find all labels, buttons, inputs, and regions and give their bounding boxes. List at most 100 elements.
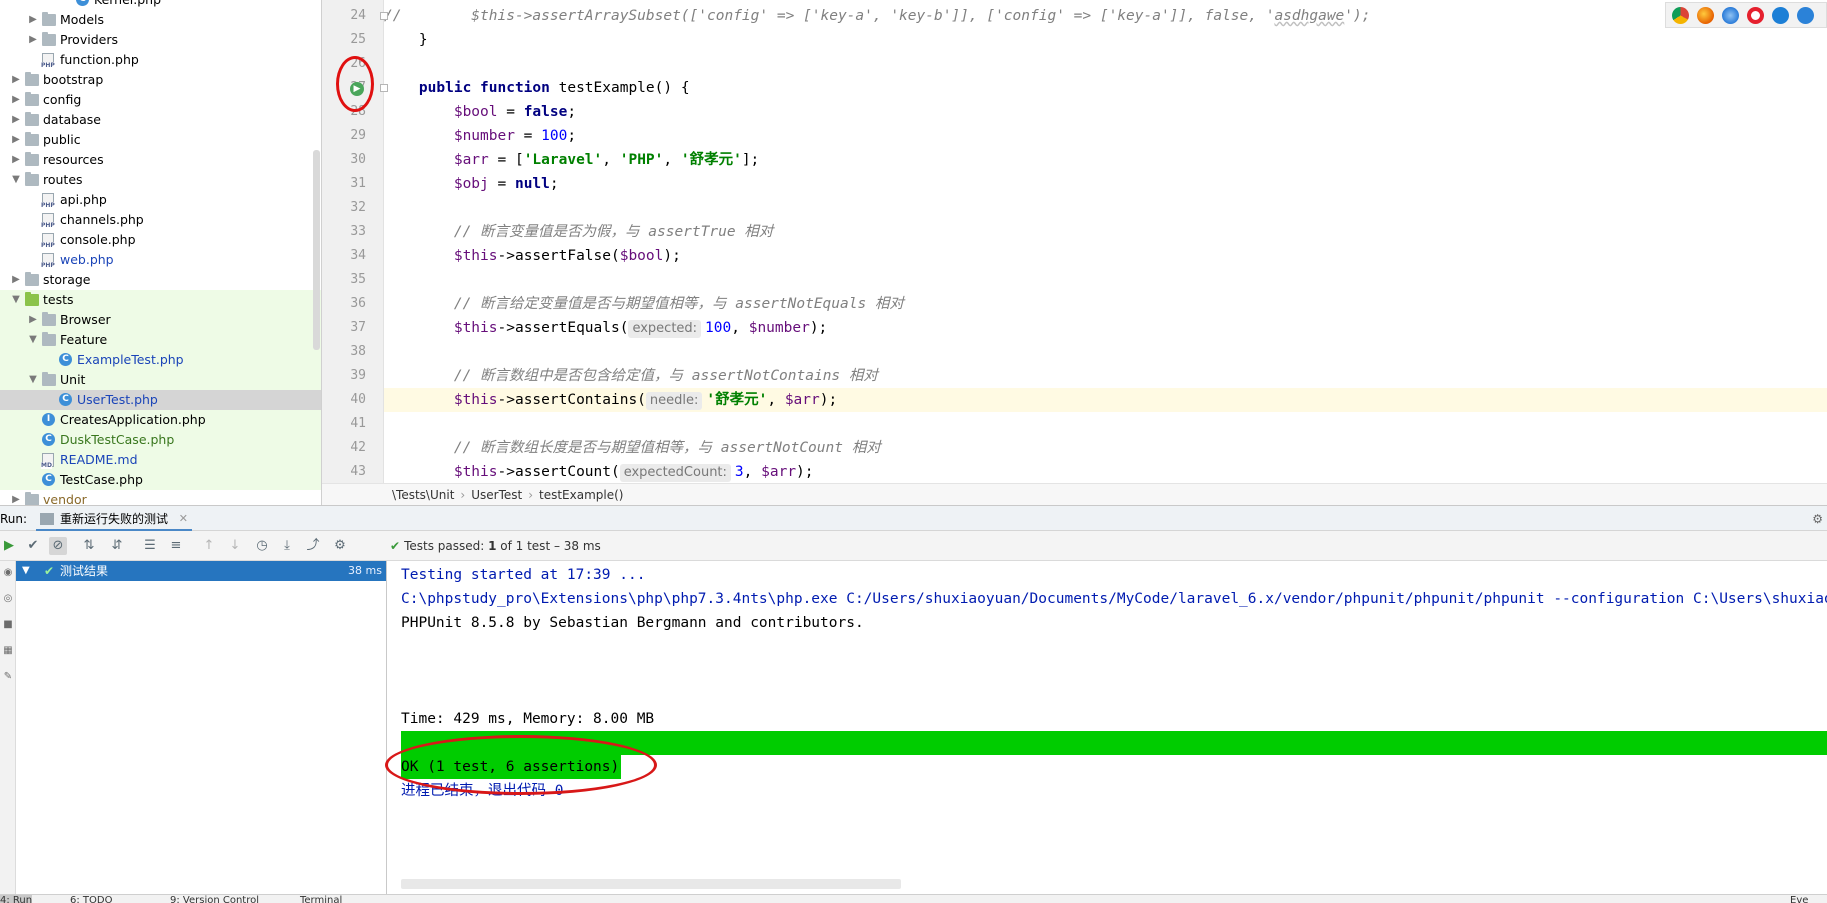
pin-icon[interactable]: ◉	[2, 567, 14, 579]
export-icon[interactable]: ⤴	[304, 537, 322, 555]
code-line[interactable]: $this->assertFalse($bool);	[384, 244, 1827, 268]
code-line[interactable]: $number = 100;	[384, 124, 1827, 148]
test-result-root[interactable]: ▼ ✔ 测试结果 38 ms	[16, 561, 386, 581]
run-tab-rerun-failed[interactable]: 重新运行失败的测试 ✕	[36, 508, 193, 532]
chevron-down-icon[interactable]: ▼	[10, 170, 22, 190]
code-line[interactable]: $obj = null;	[384, 172, 1827, 196]
tree-item[interactable]: console.php	[0, 230, 321, 250]
tree-item[interactable]: api.php	[0, 190, 321, 210]
camera-icon[interactable]: ◎	[2, 593, 14, 605]
code-line[interactable]: // 断言给定变量值是否与期望值相等，与 assertNotEquals 相对	[384, 292, 1827, 316]
previous-failed-icon[interactable]: ↑	[200, 537, 218, 555]
console-horizontal-scrollbar[interactable]	[401, 879, 901, 889]
tree-item[interactable]: ▶ storage	[0, 270, 321, 290]
collapse-all-icon[interactable]: ≡	[167, 537, 185, 555]
tree-item[interactable]: C TestCase.php	[0, 470, 321, 490]
chevron-right-icon[interactable]: ▶	[27, 10, 39, 30]
tree-item[interactable]: ▼ Feature	[0, 330, 321, 350]
breadcrumb-namespace[interactable]: \Tests\Unit	[392, 488, 454, 502]
tree-item[interactable]: channels.php	[0, 210, 321, 230]
code-line[interactable]	[384, 412, 1827, 436]
code-line[interactable]	[384, 268, 1827, 292]
code-line[interactable]	[384, 196, 1827, 220]
tree-item[interactable]: I CreatesApplication.php	[0, 410, 321, 430]
code-line[interactable]: $this->assertCount(expectedCount: 3, $arr…	[384, 460, 1827, 483]
tree-item[interactable]: README.md	[0, 450, 321, 470]
tree-item[interactable]: C ExampleTest.php	[0, 350, 321, 370]
chevron-right-icon[interactable]: ▶	[10, 130, 22, 150]
tree-item[interactable]: ▶ Browser	[0, 310, 321, 330]
chevron-right-icon[interactable]: ▶	[27, 30, 39, 50]
stop-icon[interactable]: ■	[2, 619, 14, 631]
chevron-right-icon[interactable]: ▶	[10, 90, 22, 110]
tree-item[interactable]: ▼ routes	[0, 170, 321, 190]
tree-item[interactable]: ▼ tests	[0, 290, 321, 310]
code-line[interactable]: // 断言数组长度是否与期望值相等，与 assertNotCount 相对	[384, 436, 1827, 460]
sort-alpha-icon[interactable]: ⇅	[80, 537, 98, 555]
pin-tab-icon[interactable]: ✎	[2, 671, 14, 683]
chevron-down-icon[interactable]: ▼	[27, 370, 39, 390]
code-line[interactable]: // 断言数组中是否包含给定值，与 assertNotContains 相对	[384, 364, 1827, 388]
tree-item[interactable]: ▶ bootstrap	[0, 70, 321, 90]
tree-item[interactable]: ▶ database	[0, 110, 321, 130]
layout-icon[interactable]: ▦	[2, 645, 14, 657]
console-output[interactable]: OK (1 test, 6 assertions) 进程已结束，退出代码 0 T…	[388, 561, 1827, 894]
code-editor[interactable]: // $this->assertArraySubset(['config' =>…	[384, 0, 1827, 483]
chevron-right-icon[interactable]: ▶	[10, 150, 22, 170]
tree-item[interactable]: ▶ Models	[0, 10, 321, 30]
chevron-right-icon[interactable]: ▶	[27, 310, 39, 330]
chevron-down-icon[interactable]: ▼	[22, 561, 30, 581]
tree-item[interactable]: ▶ public	[0, 130, 321, 150]
close-icon[interactable]: ✕	[179, 508, 188, 530]
project-tree-scrollbar[interactable]	[313, 150, 320, 350]
edge-icon[interactable]	[1797, 6, 1814, 24]
code-line[interactable]	[384, 340, 1827, 364]
code-line[interactable]: $bool = false;	[384, 100, 1827, 124]
code-line[interactable]: $this->assertEquals(expected: 100, $numbe…	[384, 316, 1827, 340]
event-log-tab[interactable]: Eve	[1790, 895, 1808, 903]
tree-item[interactable]: ▶ vendor	[0, 490, 321, 505]
show-ignored-icon[interactable]: ⊘	[49, 537, 67, 555]
opera-icon[interactable]	[1747, 6, 1764, 24]
next-failed-icon[interactable]: ↓	[226, 537, 244, 555]
code-line[interactable]	[384, 52, 1827, 76]
code-line[interactable]: // $this->assertArraySubset(['config' =>…	[384, 4, 1827, 28]
chevron-right-icon[interactable]: ▶	[10, 490, 22, 505]
expand-all-icon[interactable]: ☰	[141, 537, 159, 555]
import-icon[interactable]: ⤓	[278, 537, 296, 555]
tree-item[interactable]: ▶ config	[0, 90, 321, 110]
rerun-icon[interactable]: ▶	[0, 537, 18, 555]
breadcrumb-class[interactable]: UserTest	[471, 488, 522, 502]
code-line[interactable]: $arr = ['Laravel', 'PHP', '舒孝元'];	[384, 148, 1827, 172]
fold-marker-icon[interactable]	[380, 12, 388, 20]
tool-tab-version-control[interactable]: 9: Version Control	[170, 895, 259, 903]
fold-marker-icon[interactable]	[380, 84, 388, 92]
code-line[interactable]: }	[384, 28, 1827, 52]
sort-duration-icon[interactable]: ⇵	[108, 537, 126, 555]
tree-item[interactable]: function.php	[0, 50, 321, 70]
chevron-right-icon[interactable]: ▶	[10, 70, 22, 90]
firefox-icon[interactable]	[1697, 6, 1714, 24]
show-passed-icon[interactable]: ✔	[24, 537, 42, 555]
tool-tab-todo[interactable]: 6: TODO	[70, 895, 112, 903]
tree-item[interactable]: web.php	[0, 250, 321, 270]
safari-icon[interactable]	[1722, 6, 1739, 24]
chevron-down-icon[interactable]: ▼	[10, 290, 22, 310]
gear-icon[interactable]: ⚙	[1812, 506, 1823, 532]
chevron-right-icon[interactable]: ▶	[10, 110, 22, 130]
chevron-right-icon[interactable]: ▶	[10, 270, 22, 290]
chrome-icon[interactable]	[1672, 6, 1689, 24]
breadcrumb-method[interactable]: testExample()	[539, 488, 623, 502]
tree-item[interactable]: ▼ Unit	[0, 370, 321, 390]
code-line[interactable]: public function testExample() {	[384, 76, 1827, 100]
code-line[interactable]: // 断言变量值是否为假，与 assertTrue 相对	[384, 220, 1827, 244]
tree-item[interactable]: C DuskTestCase.php	[0, 430, 321, 450]
history-icon[interactable]: ◷	[253, 537, 271, 555]
tree-item[interactable]: C UserTest.php	[0, 390, 321, 410]
tree-item[interactable]: C Kernel.php	[0, 0, 321, 10]
tool-tab-run[interactable]: 4: Run	[0, 895, 33, 903]
chevron-down-icon[interactable]: ▼	[27, 330, 39, 350]
tool-tab-terminal[interactable]: Terminal	[300, 895, 342, 903]
settings-icon[interactable]: ⚙	[331, 537, 349, 555]
code-line[interactable]: $this->assertContains(needle: '舒孝元', $arr…	[384, 388, 1827, 412]
